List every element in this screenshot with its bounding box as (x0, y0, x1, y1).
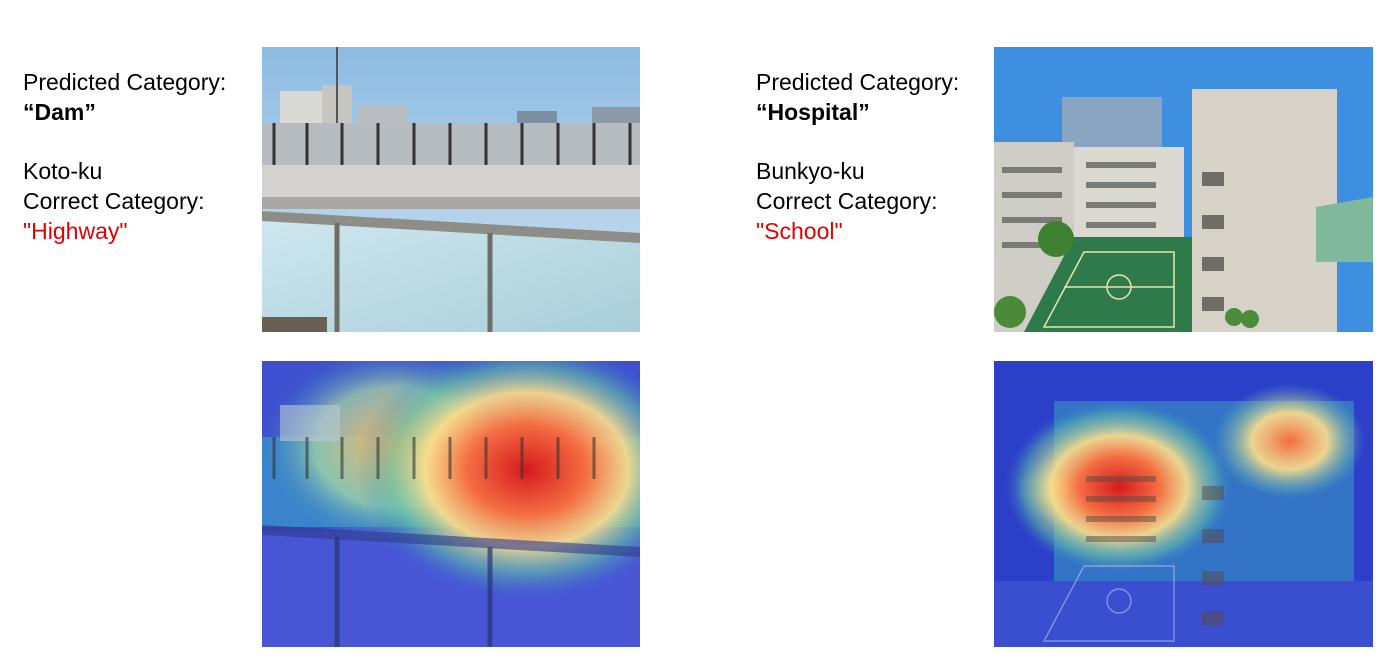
school-photo (994, 47, 1373, 332)
school-heatmap (994, 361, 1373, 647)
highway-heatmap (262, 361, 640, 647)
left-correct-value: "Highway" (23, 218, 128, 244)
left-predicted-value: “Dam” (23, 99, 96, 125)
left-caption: Predicted Category: “Dam” Koto-ku Correc… (23, 67, 226, 246)
right-predicted-value: “Hospital” (756, 99, 870, 125)
left-predicted-label: Predicted Category: (23, 69, 227, 95)
left-location: Koto-ku (23, 158, 103, 184)
left-correct-label: Correct Category: (23, 188, 205, 214)
right-caption: Predicted Category: “Hospital” Bunkyo-ku… (756, 67, 959, 246)
right-correct-value: "School" (756, 218, 843, 244)
right-predicted-label: Predicted Category: (756, 69, 960, 95)
highway-photo (262, 47, 640, 332)
right-location: Bunkyo-ku (756, 158, 865, 184)
right-correct-label: Correct Category: (756, 188, 938, 214)
